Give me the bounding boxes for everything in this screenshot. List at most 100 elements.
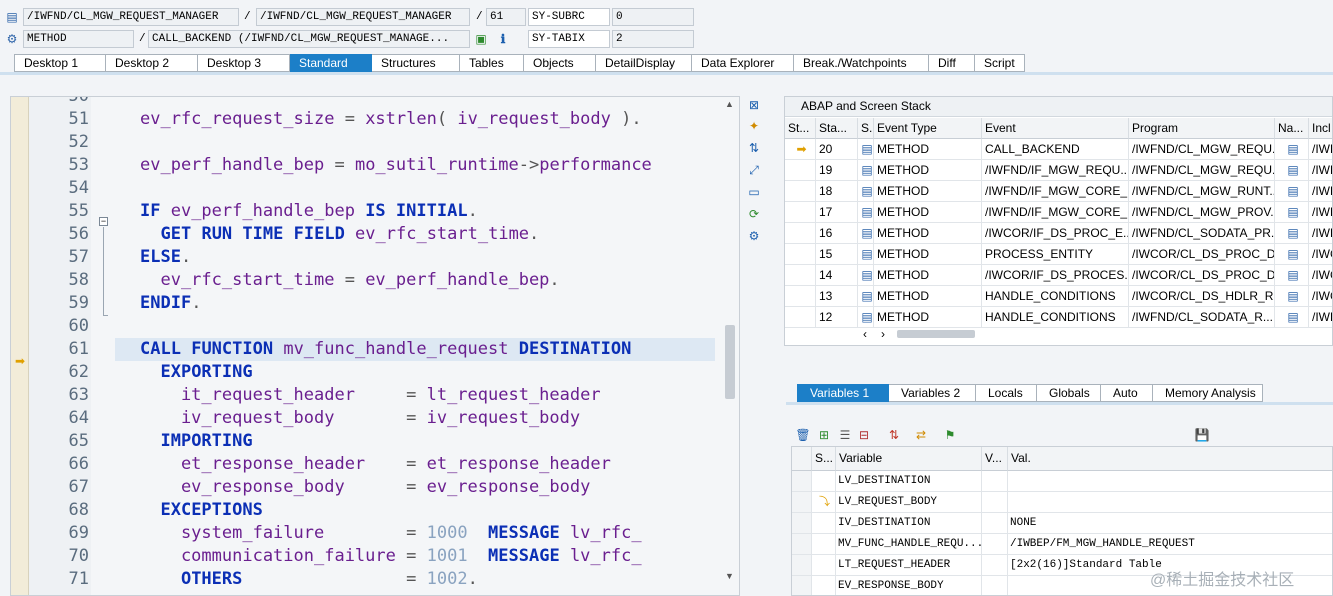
stack-row[interactable]: 12 ▤ METHOD HANDLE_CONDITIONS/IWFND/CL_SODA… bbox=[785, 307, 1332, 328]
code-line[interactable]: ENDIF. bbox=[115, 292, 201, 315]
save-icon[interactable]: 💾 bbox=[1194, 427, 1210, 443]
tab-objects[interactable]: Objects bbox=[524, 54, 596, 72]
var-col-header[interactable]: Variable bbox=[836, 447, 982, 471]
stack-row[interactable]: 18 ▤ METHOD/IWFND/IF_MGW_CORE_.../IWFND/CL… bbox=[785, 181, 1332, 202]
new-session-icon[interactable]: ✦ bbox=[746, 118, 762, 134]
variable-name[interactable]: LV_DESTINATION bbox=[836, 471, 982, 492]
stack-horizontal-scrollbar[interactable]: ‹ › bbox=[859, 327, 1019, 341]
scroll-thumb[interactable] bbox=[725, 325, 735, 399]
code-line[interactable]: ev_response_body = ev_response_body bbox=[115, 476, 590, 499]
breakpoint-gutter[interactable]: ➡ bbox=[11, 97, 29, 595]
tab-break-watchpoints[interactable]: Break./Watchpoints bbox=[794, 54, 929, 72]
stack-col-header[interactable]: Na... bbox=[1275, 118, 1309, 139]
stack-col-header[interactable]: S... bbox=[858, 118, 874, 139]
code-line[interactable]: communication_failure = 1001 MESSAGE lv_… bbox=[115, 545, 642, 568]
swap-panes-icon[interactable]: ⇅ bbox=[746, 140, 762, 156]
code-line[interactable]: system_failure = 1000 MESSAGE lv_rfc_ bbox=[115, 522, 642, 545]
stack-row[interactable]: 19 ▤ METHOD/IWFND/IF_MGW_REQU.../IWFND/CL_… bbox=[785, 160, 1332, 181]
variable-value[interactable] bbox=[1008, 471, 1332, 492]
row-selector[interactable] bbox=[792, 576, 812, 595]
stack-row[interactable]: ➡ 20 ▤ METHOD CALL_BACKEND/IWFND/CL_MGW_REQU… bbox=[785, 139, 1332, 160]
navigate-icon[interactable]: ▤ bbox=[1275, 181, 1309, 202]
scroll-right-icon[interactable]: › bbox=[881, 327, 885, 341]
navigate-icon[interactable]: ▤ bbox=[1275, 160, 1309, 181]
navigate-icon[interactable]: ▤ bbox=[1275, 265, 1309, 286]
row-selector[interactable] bbox=[792, 471, 812, 492]
transfer-icon[interactable]: ⇄ bbox=[913, 427, 929, 443]
var-col-header[interactable]: S... bbox=[812, 447, 836, 471]
code-line[interactable]: it_request_header = lt_request_header bbox=[115, 384, 601, 407]
code-line[interactable]: IMPORTING bbox=[115, 430, 252, 453]
stack-row[interactable]: 16 ▤ METHOD/IWCOR/IF_DS_PROC_E.../IWFND/CL… bbox=[785, 223, 1332, 244]
code-line[interactable]: IF ev_perf_handle_bep IS INITIAL. bbox=[115, 200, 478, 223]
sysvar-name-field-1[interactable]: SY-SUBRC bbox=[528, 8, 610, 26]
scroll-left-icon[interactable]: ‹ bbox=[863, 327, 867, 341]
var-tab-variables-1[interactable]: Variables 1 bbox=[797, 384, 889, 402]
tab-desktop-1[interactable]: Desktop 1 bbox=[14, 54, 106, 72]
remove-row-icon[interactable]: ⊟ bbox=[856, 427, 872, 443]
code-line[interactable]: GET RUN TIME FIELD ev_rfc_start_time. bbox=[115, 223, 539, 246]
source-editor[interactable]: ➡ 50 51 52 53 54 55 56 57 58 59 60 61 62 63 64 65 66 67 68… bbox=[10, 96, 740, 596]
tab-data-explorer[interactable]: Data Explorer bbox=[692, 54, 794, 72]
var-row-selector-header[interactable] bbox=[792, 447, 812, 471]
var-tab-memory-analysis[interactable]: Memory Analysis bbox=[1153, 384, 1263, 402]
stack-row[interactable]: 15 ▤ METHOD PROCESS_ENTITY/IWCOR/CL_DS_PROC… bbox=[785, 244, 1332, 265]
stack-col-header[interactable]: Sta... bbox=[816, 118, 858, 139]
row-selector[interactable] bbox=[792, 555, 812, 576]
tab-desktop-3[interactable]: Desktop 3 bbox=[198, 54, 290, 72]
code-area[interactable]: ev_rfc_request_size = xstrlen( iv_reques… bbox=[115, 97, 729, 595]
var-col-header[interactable]: V... bbox=[982, 447, 1008, 471]
insert-row-icon[interactable]: ⊞ bbox=[816, 427, 832, 443]
code-line[interactable]: OTHERS = 1002. bbox=[115, 568, 478, 591]
variable-row[interactable]: MV_FUNC_HANDLE_REQU... /IWBEP/FM_MGW_HAND… bbox=[792, 534, 1332, 555]
variable-name[interactable]: LT_REQUEST_HEADER bbox=[836, 555, 982, 576]
variable-name[interactable]: EV_RESPONSE_BODY bbox=[836, 576, 982, 595]
tab-detaildisplay[interactable]: DetailDisplay bbox=[596, 54, 692, 72]
scroll-thumb[interactable] bbox=[897, 330, 975, 338]
var-tab-variables-2[interactable]: Variables 2 bbox=[889, 384, 976, 402]
stack-col-header[interactable]: Program bbox=[1129, 118, 1275, 139]
code-line[interactable]: ev_rfc_request_size = xstrlen( iv_reques… bbox=[115, 108, 642, 131]
var-tab-locals[interactable]: Locals bbox=[976, 384, 1037, 402]
navigate-icon[interactable]: ▤ bbox=[1275, 286, 1309, 307]
variable-row[interactable]: LV_DESTINATION bbox=[792, 471, 1332, 492]
navigate-icon[interactable]: ▤ bbox=[1275, 139, 1309, 160]
maximize-icon[interactable]: ⊠ bbox=[746, 97, 762, 113]
scroll-up-icon[interactable]: ▲ bbox=[725, 99, 734, 109]
variable-value[interactable]: NONE bbox=[1008, 513, 1332, 534]
code-line[interactable]: CALL FUNCTION mv_func_handle_request DES… bbox=[115, 338, 715, 361]
variable-row[interactable]: IV_DESTINATION NONE bbox=[792, 513, 1332, 534]
details-icon[interactable]: ☰ bbox=[837, 427, 853, 443]
refresh-icon[interactable]: ⟳ bbox=[746, 206, 762, 222]
tab-standard[interactable]: Standard bbox=[290, 54, 372, 72]
code-line[interactable]: EXCEPTIONS bbox=[115, 499, 262, 522]
tab-desktop-2[interactable]: Desktop 2 bbox=[106, 54, 198, 72]
scroll-down-icon[interactable]: ▼ bbox=[725, 571, 734, 581]
layout-icon[interactable]: ▭ bbox=[746, 184, 762, 200]
stack-col-header[interactable]: Event bbox=[982, 118, 1129, 139]
tab-structures[interactable]: Structures bbox=[372, 54, 460, 72]
row-selector[interactable] bbox=[792, 513, 812, 534]
sysvar-name-field-2[interactable]: SY-TABIX bbox=[528, 30, 610, 48]
stack-col-header[interactable]: Event Type bbox=[874, 118, 982, 139]
fullscreen-icon[interactable]: ⤢ bbox=[746, 162, 762, 178]
settings-icon[interactable]: ⚙ bbox=[746, 228, 762, 244]
row-selector[interactable] bbox=[792, 534, 812, 555]
code-line[interactable]: ELSE. bbox=[115, 246, 191, 269]
stack-col-header[interactable]: St... bbox=[785, 118, 816, 139]
row-selector[interactable] bbox=[792, 492, 812, 513]
variable-name[interactable]: MV_FUNC_HANDLE_REQU... bbox=[836, 534, 982, 555]
sort-icon[interactable]: ⇅ bbox=[886, 427, 902, 443]
variable-row[interactable]: ⤵ LV_REQUEST_BODY bbox=[792, 492, 1332, 513]
variable-name[interactable]: IV_DESTINATION bbox=[836, 513, 982, 534]
tab-diff[interactable]: Diff bbox=[929, 54, 975, 72]
navigate-icon[interactable]: ▤ bbox=[1275, 223, 1309, 244]
editor-vertical-scrollbar[interactable]: ▲ ▼ bbox=[721, 97, 739, 595]
stack-row[interactable]: 13 ▤ METHOD HANDLE_CONDITIONS/IWCOR/CL_DS_H… bbox=[785, 286, 1332, 307]
navigate-icon[interactable]: ▤ bbox=[1275, 202, 1309, 223]
code-line[interactable]: EXPORTING bbox=[115, 361, 252, 384]
variable-name[interactable]: LV_REQUEST_BODY bbox=[836, 492, 982, 513]
variable-value[interactable] bbox=[1008, 492, 1332, 513]
tag-icon[interactable]: ⚑ bbox=[942, 427, 958, 443]
stack-row[interactable]: 17 ▤ METHOD/IWFND/IF_MGW_CORE_.../IWFND/CL… bbox=[785, 202, 1332, 223]
